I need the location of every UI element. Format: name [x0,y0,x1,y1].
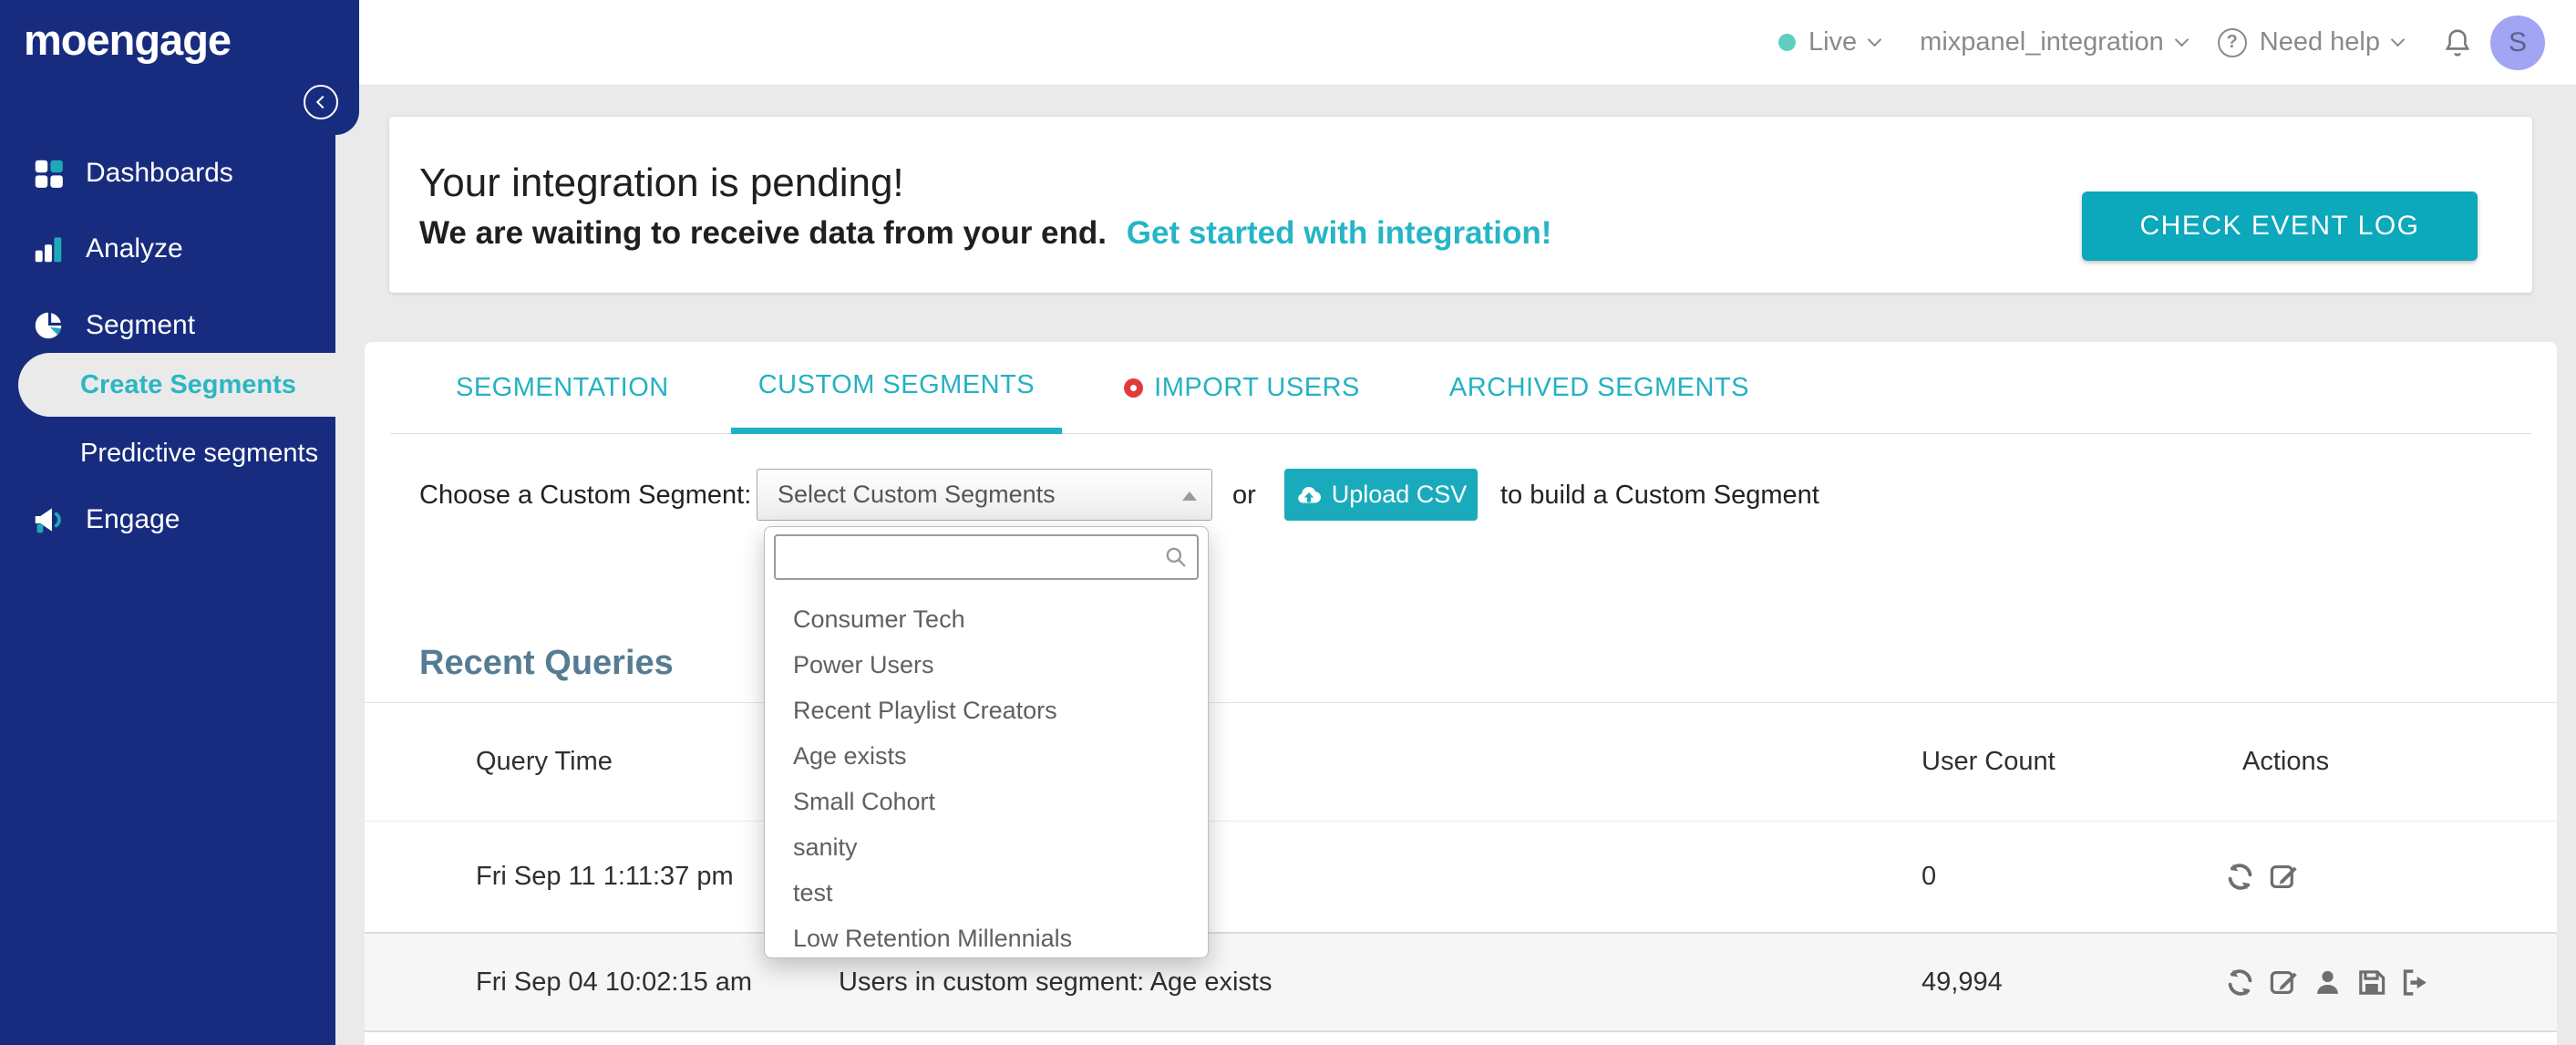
get-started-link[interactable]: Get started with integration! [1127,215,1552,251]
dropdown-option[interactable]: Small Cohort [765,779,1208,824]
sidebar: moengage Dashboards Analyze Segment Crea… [0,0,359,1045]
row-actions [2224,967,2557,998]
chevron-left-icon [315,95,330,109]
edit-icon[interactable] [2268,861,2300,893]
topbar: Live mixpanel_integration ? Need help S [335,0,2576,86]
need-help-menu[interactable]: ? Need help [2217,27,2406,57]
avatar-initial: S [2508,26,2527,57]
sidebar-item-segment[interactable]: Segment [0,298,335,353]
megaphone-icon [35,508,61,533]
tabs: SEGMENTATION CUSTOM SEGMENTS IMPORT USER… [365,342,2557,434]
query-info: Users in custom segment: Age exists [839,967,1273,997]
dropdown-search [774,534,1199,580]
environment-label: Live [1808,27,1858,57]
pie-chart-icon [35,312,62,339]
moengage-app: moengage Dashboards Analyze Segment Crea… [0,0,2576,1045]
row-actions [2224,861,2557,893]
save-icon[interactable] [2355,967,2387,998]
dropdown-option[interactable]: sanity [765,824,1208,870]
record-dot-icon [1124,378,1144,398]
tab-custom-segments[interactable]: CUSTOM SEGMENTS [730,342,1063,434]
need-help-label: Need help [2259,27,2380,57]
sidebar-item-engage[interactable]: Engage [0,492,335,547]
segments-card: SEGMENTATION CUSTOM SEGMENTS IMPORT USER… [365,342,2557,1045]
refresh-icon[interactable] [2224,967,2256,998]
sidebar-item-label: Analyze [86,233,183,264]
environment-selector[interactable]: Live [1777,27,1882,57]
main-content: Your integration is pending! We are wait… [335,86,2576,1045]
dropdown-option[interactable]: Consumer Tech [765,596,1208,642]
question-icon: ? [2217,27,2247,57]
edit-icon[interactable] [2268,967,2300,998]
query-time: Fri Sep 04 10:02:15 am [476,967,753,997]
table-row: Fri Sep 11 1:11:37 pm 0 [365,821,2557,932]
refresh-icon[interactable] [2224,861,2256,893]
dropdown-search-input[interactable] [774,534,1199,580]
avatar[interactable]: S [2490,15,2545,70]
bell-icon[interactable] [2441,26,2474,59]
custom-segment-select[interactable]: Select Custom Segments [757,469,1212,521]
sidebar-item-predictive-segments[interactable]: Predictive segments [0,426,335,481]
dropdown-option[interactable]: Age exists [765,733,1208,779]
choose-segment-label: Choose a Custom Segment: [419,481,752,510]
tab-import-users[interactable]: IMPORT USERS [1097,342,1387,434]
sidebar-item-label: Create Segments [80,369,296,399]
sidebar-item-label: Segment [86,310,196,340]
or-text: or [1232,481,1256,510]
build-segment-suffix: to build a Custom Segment [1500,481,1819,510]
dropdown-option[interactable]: Low Retention Millennials [765,916,1208,961]
col-user-count: User Count [1922,746,2056,776]
banner-subtitle: We are waiting to receive data from your… [419,215,1551,252]
user-icon[interactable] [2312,967,2344,998]
chevron-down-icon [1867,32,1882,47]
recent-queries-title: Recent Queries [419,644,674,682]
sidebar-item-label: Dashboards [86,158,233,188]
table-header: Query Time User Count Actions [365,702,2557,821]
dashboard-grid-icon [35,160,63,188]
table-row: Fri Sep 04 10:02:15 am Users in custom s… [365,932,2557,1032]
tab-segmentation[interactable]: SEGMENTATION [428,342,696,434]
custom-segment-dropdown: Consumer Tech Power Users Recent Playlis… [764,526,1209,958]
user-count: 0 [1922,862,1937,891]
dropdown-options: Consumer Tech Power Users Recent Playlis… [765,587,1208,961]
integration-banner: Your integration is pending! We are wait… [389,117,2532,293]
tab-archived-segments[interactable]: ARCHIVED SEGMENTS [1422,342,1777,434]
check-event-log-button[interactable]: CHECK EVENT LOG [2082,191,2478,261]
user-count: 49,994 [1922,967,2003,997]
dropdown-option[interactable]: Recent Playlist Creators [765,688,1208,733]
live-dot-icon [1777,34,1796,51]
chevron-down-icon [2390,32,2406,47]
sidebar-bump [335,0,359,135]
workspace-label: mixpanel_integration [1920,27,2164,57]
upload-cloud-icon [1297,486,1321,503]
chevron-up-icon [1182,491,1197,501]
dropdown-option[interactable]: test [765,870,1208,916]
bar-chart-icon [35,237,62,263]
sidebar-item-create-segments[interactable]: Create Segments [18,353,335,417]
dropdown-option[interactable]: Power Users [765,642,1208,688]
workspace-selector[interactable]: mixpanel_integration [1920,27,2190,57]
app-logo: moengage [24,16,232,64]
sidebar-item-dashboards[interactable]: Dashboards [0,146,335,201]
sidebar-item-analyze[interactable]: Analyze [0,222,335,276]
select-value: Select Custom Segments [778,481,1056,508]
col-actions: Actions [2242,746,2330,776]
banner-title: Your integration is pending! [419,160,904,205]
export-icon[interactable] [2399,967,2431,998]
upload-csv-button[interactable]: Upload CSV [1284,469,1478,521]
search-icon [1166,547,1186,567]
sidebar-item-label: Predictive segments [80,438,319,468]
banner-subtitle-text: We are waiting to receive data from your… [419,215,1108,251]
sidebar-collapse-button[interactable] [304,85,338,119]
sidebar-item-label: Engage [86,504,180,534]
chevron-down-icon [2174,32,2190,47]
